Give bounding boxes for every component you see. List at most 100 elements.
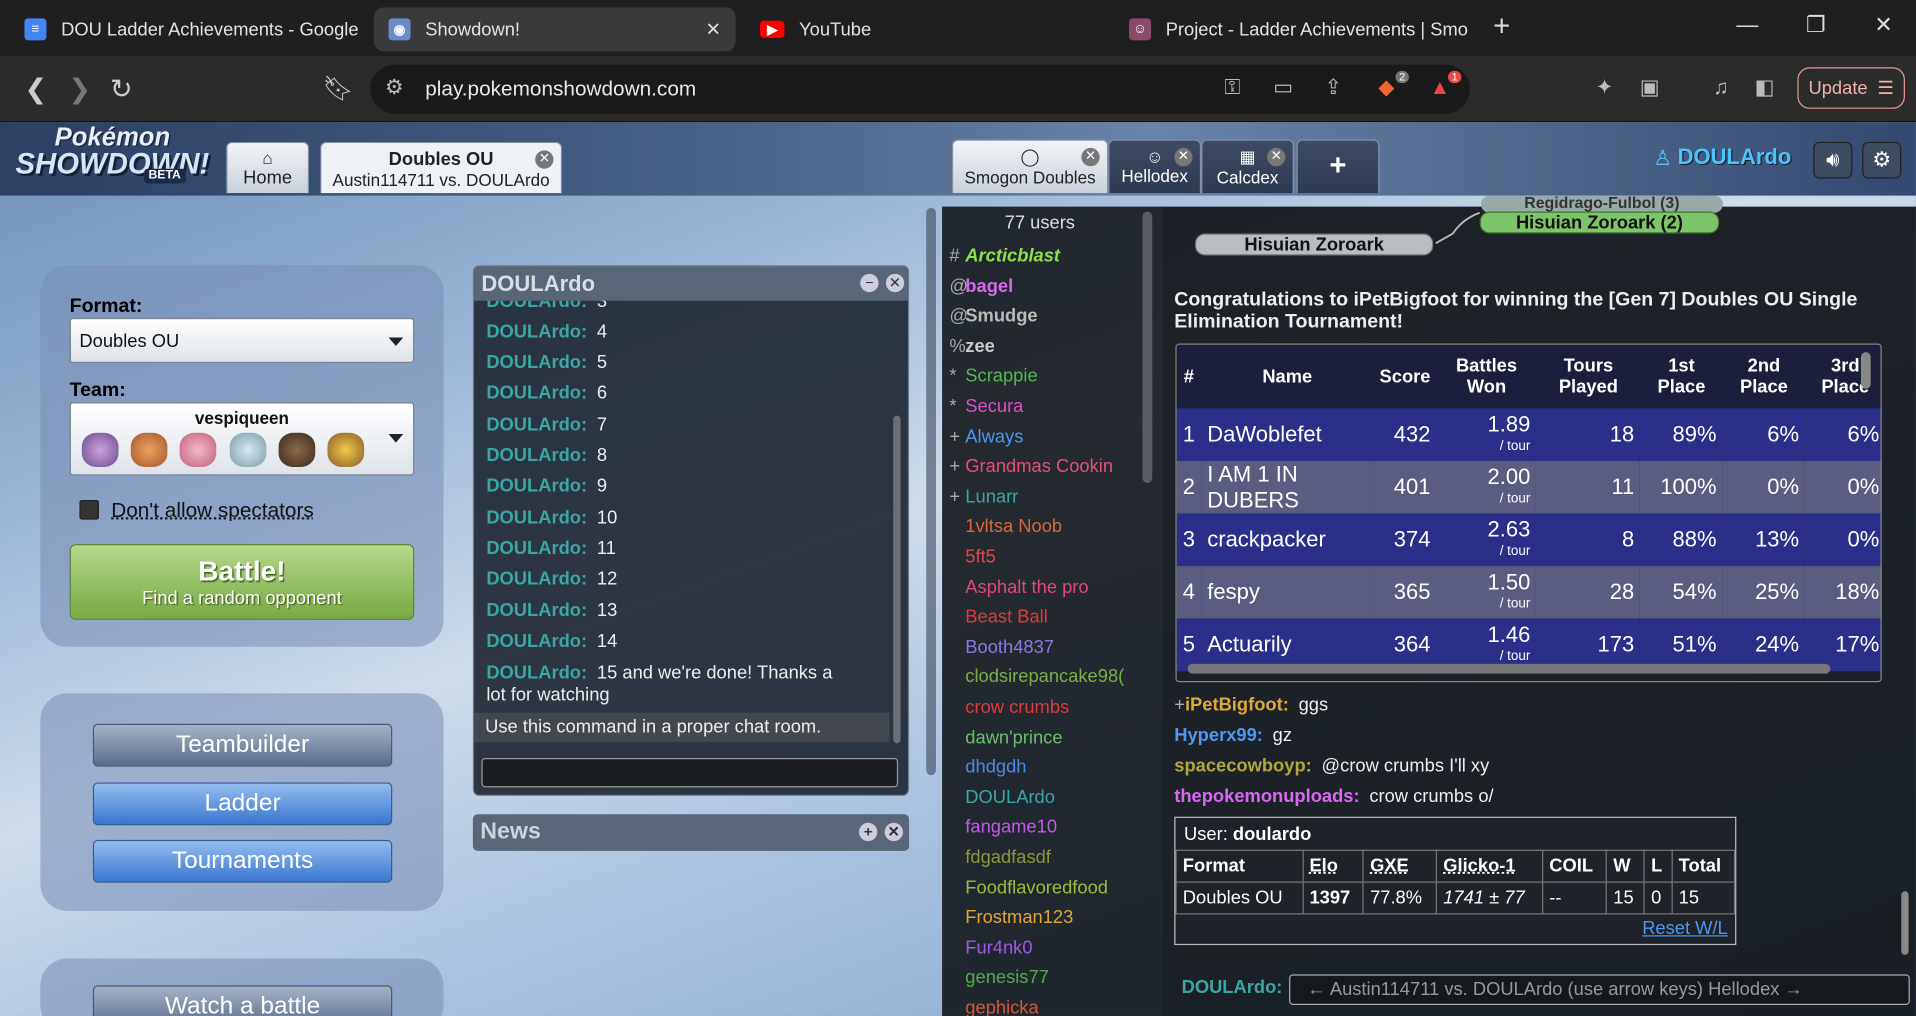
share-icon[interactable]: ⇪ (1325, 76, 1342, 100)
pm-sender: DOULArdo: (486, 414, 588, 436)
close-tab-icon[interactable]: ✕ (706, 18, 721, 41)
user-list-item[interactable]: %zee (949, 336, 994, 357)
close-room-tab-icon[interactable]: ✕ (1267, 147, 1286, 167)
user-list-item[interactable]: Frostman123 (949, 907, 1073, 928)
user-list-item[interactable]: fdgadfasdf (949, 847, 1051, 868)
expand-icon[interactable]: + (858, 822, 878, 842)
user-list-item[interactable]: + Lunarr (949, 486, 1018, 507)
close-window-icon[interactable]: ✕ (1874, 12, 1892, 38)
user-list-item[interactable]: Fur4nk0 (949, 937, 1032, 958)
close-icon[interactable]: ✕ (884, 822, 903, 842)
brave-shield-icon[interactable]: ◆ (1378, 76, 1394, 100)
url-text[interactable]: play.pokemonshowdown.com (425, 77, 696, 101)
bookmark-icon[interactable]: 🔖︎ (323, 73, 354, 104)
user-list-scrollbar[interactable] (1142, 211, 1153, 483)
team-select[interactable]: vespiqueen (69, 402, 415, 476)
restore-icon[interactable]: ❐ (1806, 12, 1826, 38)
user-list-item[interactable]: clodsirepancake98( (949, 667, 1124, 688)
reader-icon[interactable]: ▣ (1640, 76, 1660, 100)
add-room-button[interactable]: + (1296, 139, 1380, 194)
pm-sender: DOULArdo: (486, 352, 588, 373)
user-list-item[interactable]: 5ft5 (949, 547, 996, 568)
tournaments-button[interactable]: Tournaments (92, 839, 393, 883)
user-list-item[interactable]: DOULArdo (949, 787, 1055, 808)
back-icon[interactable]: ❮ (24, 73, 47, 105)
news-panel-header[interactable]: News + ✕ (472, 814, 910, 851)
update-button[interactable]: Update ☰ (1797, 67, 1905, 109)
format-select[interactable]: Doubles OU (69, 317, 415, 364)
user-list-item[interactable]: + Always (949, 426, 1023, 447)
chat-username[interactable]: spacecowboyp: (1174, 756, 1312, 777)
browser-tab-smogon[interactable]: ☺ Project - Ladder Achievements | Smo (1114, 7, 1468, 51)
chat-username[interactable]: iPetBigfoot: (1185, 694, 1289, 715)
chat-username[interactable]: Hyperx99: (1174, 725, 1263, 746)
user-list-item[interactable]: @bagel (949, 276, 1013, 297)
browser-tab-docs[interactable]: ≡ DOU Ladder Achievements - Google (10, 7, 364, 51)
chat-text: gz (1272, 725, 1293, 746)
extensions-icon[interactable]: ✦ (1596, 76, 1613, 100)
chat-username[interactable]: thepokemonuploads: (1174, 786, 1359, 807)
new-tab-icon[interactable]: + (1493, 10, 1510, 44)
browser-tab-showdown[interactable]: ◉ Showdown! ✕ (373, 7, 736, 52)
chat-input[interactable]: ← Austin114711 vs. DOULArdo (use arrow k… (1289, 974, 1910, 1005)
tab-battle[interactable]: Doubles OU Austin114711 vs. DOULArdo ✕ (320, 141, 563, 194)
user-list-item[interactable]: # Arcticblast (949, 246, 1060, 267)
user-list-item[interactable]: * Secura (949, 396, 1023, 417)
user-list-item[interactable]: Foodflavoredfood (949, 877, 1108, 898)
forward-icon[interactable]: ❯ (68, 73, 91, 105)
user-list-item[interactable]: fangame10 (949, 817, 1057, 838)
user-list-item[interactable]: Booth4837 (949, 637, 1054, 658)
tab-smogon-doubles[interactable]: ◯ Smogon Doubles ✕ (951, 139, 1109, 194)
browser-tab-youtube[interactable]: ▶ YouTube (745, 7, 1099, 51)
settings-button[interactable]: ⚙ (1862, 141, 1902, 179)
rewards-icon[interactable]: ▲ (1430, 76, 1451, 100)
user-list-item[interactable]: * Scrappie (949, 366, 1037, 387)
user-name: Always (965, 426, 1024, 447)
minimize-icon[interactable]: − (860, 273, 879, 293)
battle-button[interactable]: Battle! Find a random opponent (69, 544, 415, 620)
user-list-item[interactable]: Asphalt the pro (949, 577, 1088, 598)
teambuilder-button[interactable]: Teambuilder (92, 723, 393, 767)
user-list-item[interactable]: @Smudge (949, 306, 1037, 327)
tab-home[interactable]: ⌂ Home (226, 141, 310, 194)
close-icon[interactable]: ✕ (885, 273, 905, 293)
reset-wl-link[interactable]: Reset W/L (1642, 918, 1728, 939)
user-list-item[interactable]: dhdgdh (949, 757, 1026, 778)
showdown-logo[interactable]: Pokémon SHOWDOWN! BETA (7, 125, 217, 186)
pm-header[interactable]: DOULArdo − ✕ (474, 266, 908, 301)
minimize-icon[interactable]: — (1736, 12, 1758, 38)
rank-user-label: User: (1184, 824, 1228, 845)
close-battle-tab-icon[interactable]: ✕ (535, 150, 554, 169)
pm-scrollbar[interactable] (893, 415, 901, 744)
reload-icon[interactable]: ↻ (110, 73, 133, 105)
page-scrollbar[interactable] (926, 207, 936, 776)
media-icon[interactable]: ♫ (1713, 76, 1729, 100)
tab-hellodex[interactable]: ☺ Hellodex ✕ (1108, 139, 1202, 194)
user-list-item[interactable]: genesis77 (949, 968, 1049, 989)
user-list-item[interactable]: dawn'prince (949, 727, 1062, 748)
sound-button[interactable]: 🔊︎ (1813, 141, 1853, 179)
ladder-button[interactable]: Ladder (92, 782, 393, 826)
cast-icon[interactable]: ▭ (1273, 76, 1293, 100)
close-room-tab-icon[interactable]: ✕ (1081, 147, 1100, 167)
pm-input[interactable] (481, 758, 899, 788)
spectators-label[interactable]: Don't allow spectators (111, 499, 314, 523)
user-list-item[interactable]: crow crumbs (949, 697, 1069, 718)
news-title: News (480, 819, 541, 845)
site-info-icon[interactable]: ⚙ (385, 76, 404, 100)
user-list-item[interactable]: Beast Ball (949, 607, 1048, 628)
chat-scrollbar[interactable] (1901, 891, 1909, 955)
username[interactable]: DOULArdo (1678, 144, 1792, 170)
user-icon: ♙ (1653, 146, 1672, 170)
user-list-item[interactable]: 1vltsa Noob (949, 516, 1062, 537)
user-list-item[interactable]: gephicka (949, 998, 1038, 1016)
watch-battle-button[interactable]: Watch a battle (92, 985, 393, 1016)
spectators-checkbox[interactable] (79, 500, 99, 520)
sidebar-icon[interactable]: ◧ (1755, 76, 1775, 100)
user-list-item[interactable]: + Grandmas Cookin (949, 456, 1113, 477)
table-hscrollbar[interactable] (1187, 663, 1831, 674)
key-icon[interactable]: ⚿ (1224, 76, 1240, 100)
close-room-tab-icon[interactable]: ✕ (1174, 147, 1193, 167)
tab-calcdex[interactable]: ▦ Calcdex ✕ (1201, 139, 1294, 194)
table-vscrollbar[interactable] (1860, 352, 1871, 389)
